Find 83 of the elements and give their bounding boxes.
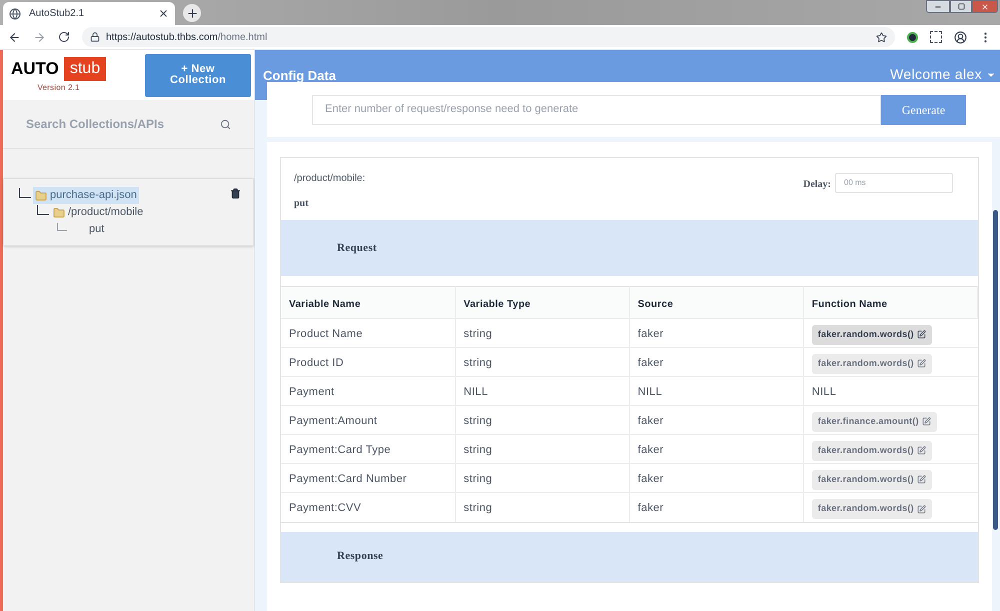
lock-icon [90,32,100,42]
table-cell: Payment:Amount [289,415,378,427]
new-collection-button[interactable]: + New Collection [145,54,251,96]
profile-icon[interactable] [954,30,967,44]
function-chip[interactable]: faker.random.words() [812,325,932,344]
browser-tab[interactable]: AutoStub2.1 [3,2,175,25]
edit-icon [916,359,926,368]
scrollbar-thumb[interactable] [993,210,998,530]
delete-icon[interactable] [230,188,241,199]
table-cell: Payment:Card Number [289,473,407,485]
request-count-field[interactable]: Enter number of request/response need to generate [312,94,881,124]
table-cell: NILL [464,386,488,398]
table-cell: NILL [638,386,662,398]
generate-button[interactable]: Generate [881,94,966,124]
table-cell: string [464,473,492,485]
table-cell: NILL [812,386,836,398]
table-cell: Product ID [289,357,344,369]
delay-label: Delay: [803,178,831,192]
search-field[interactable]: Search Collections/APIs [3,100,254,149]
reload-icon[interactable] [58,31,70,43]
extension-icon[interactable] [930,31,942,43]
table-cell: faker [638,415,664,427]
url-text: https://autostub.thbs.com/home.html [106,30,268,44]
function-chip[interactable]: faker.random.words() [812,441,932,460]
folder-icon [53,206,65,218]
function-chip[interactable]: faker.random.words() [812,499,932,519]
maximize-icon [958,3,964,10]
table-cell: faker [638,502,664,514]
table-cell: faker [638,328,664,340]
tree-connector-icon [57,222,67,230]
api-path: /product/mobile: [294,172,366,186]
table-cell: string [464,415,492,427]
logo-text: AUTO [11,58,59,80]
forward-icon[interactable] [33,30,46,44]
column-header: Variable Type [464,298,531,310]
star-icon[interactable] [876,32,887,42]
address-bar[interactable]: https://autostub.thbs.com/home.html [82,27,895,47]
section-title: Request [337,240,377,256]
version-text: Version 2.1 [37,82,80,94]
table-cell: Payment:CVV [289,502,362,514]
table-cell: Product Name [289,328,363,340]
tree-item[interactable]: put [87,221,106,238]
table-cell: string [464,502,492,514]
edit-icon [922,417,931,426]
extension-icon[interactable] [907,32,918,42]
column-header: Function Name [812,298,888,310]
globe-icon [9,8,21,20]
method-text: put [294,197,310,211]
section-title: Response [337,549,384,564]
function-chip[interactable]: faker.finance.amount() [812,412,937,432]
column-header: Variable Name [289,298,361,310]
table-cell: string [464,328,492,340]
edit-icon [916,475,926,484]
page-title: Config Data [263,67,336,85]
new-tab-button[interactable] [183,4,201,22]
table-cell: Payment:Card Type [289,444,391,456]
maximize-button[interactable] [950,0,972,13]
search-icon[interactable] [220,118,231,130]
table-cell: string [464,444,492,456]
tree-item[interactable]: /product/mobile [51,204,146,221]
table-cell: Payment [289,386,334,398]
function-chip[interactable]: faker.random.words() [812,470,932,490]
tab-title: AutoStub2.1 [29,7,86,21]
user-menu[interactable]: Welcome alex [890,64,996,85]
tree-connector-icon [37,204,49,214]
back-icon[interactable] [8,30,21,44]
table-cell: faker [638,444,664,456]
table-cell: faker [638,357,664,369]
tree-connector-icon [19,188,31,198]
close-icon[interactable] [158,8,169,19]
edit-icon [916,504,926,514]
table-cell: string [464,357,492,369]
tree-item[interactable]: purchase-api.json [33,187,139,204]
folder-icon [35,190,47,202]
close-icon [981,2,989,10]
edit-icon [916,446,926,456]
delay-field[interactable]: 00 ms [835,173,953,193]
table-cell: faker [638,473,664,485]
edit-icon [916,330,926,340]
logo-badge: stub [64,57,106,81]
plus-icon [186,6,198,20]
column-header: Source [638,298,674,310]
function-chip[interactable]: faker.random.words() [812,354,932,374]
